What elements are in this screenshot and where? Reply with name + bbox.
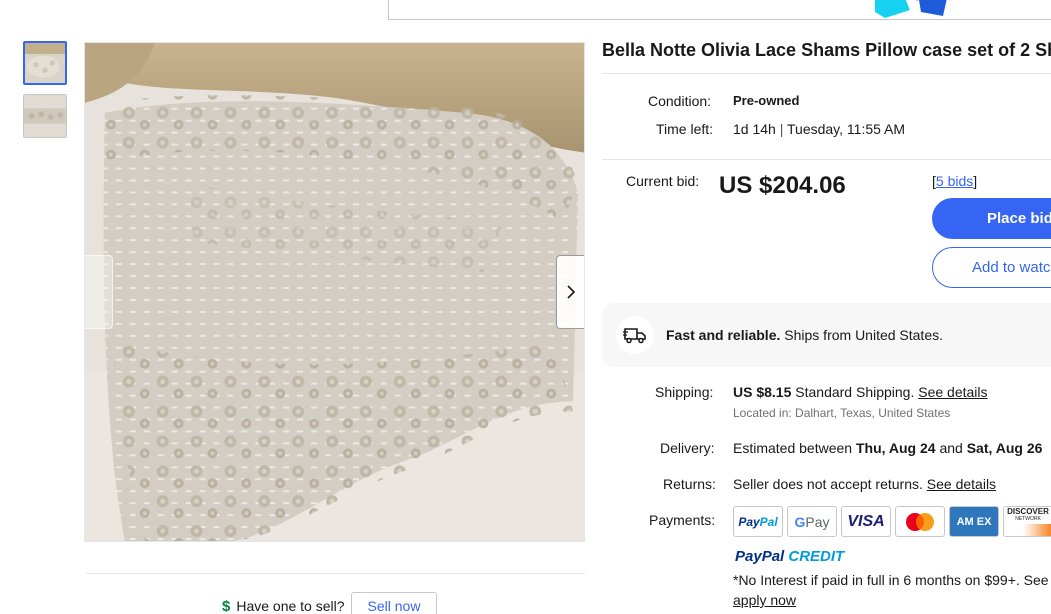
image-section-divider — [86, 573, 585, 574]
delivery-middle: and — [935, 440, 967, 456]
paypal-icon: Pay Pal — [733, 506, 783, 537]
payment-methods: Pay Pal G Pay VISA AM EX DISCOVER NETWORK — [733, 506, 1051, 537]
condition-label: Condition: — [648, 93, 712, 109]
located-in: Located in: Dalhart, Texas, United State… — [733, 406, 951, 420]
bid-count: [5 bids] — [932, 173, 977, 189]
delivery-label: Delivery: — [660, 440, 715, 456]
discover-stripe — [1004, 524, 1051, 536]
bids-bracket-close: ] — [973, 173, 978, 189]
thumbnail-1[interactable] — [23, 41, 67, 85]
current-bid-price: US $204.06 — [719, 172, 846, 199]
dollar-icon: $ — [222, 597, 231, 614]
delivery-end: Sat, Aug 26 — [966, 440, 1043, 456]
current-bid-label: Current bid: — [626, 173, 700, 189]
paypal-credit-pay: PayPal — [735, 548, 785, 565]
have-one-to-sell-text: Have one to sell? — [236, 598, 345, 614]
delivery-value: Estimated between Thu, Aug 24 and Sat, A… — [733, 440, 1042, 456]
apply-now-link[interactable]: apply now — [733, 592, 796, 608]
top-ad-banner[interactable] — [388, 0, 1051, 20]
visa-icon: VISA — [841, 506, 891, 537]
sell-one-row: $ Have one to sell? Sell now — [222, 592, 438, 614]
gpay-pay-text: Pay — [805, 513, 830, 530]
time-left-end: Tuesday, 11:55 AM — [787, 121, 906, 137]
time-left-label: Time left: — [656, 121, 714, 137]
banner-graphic — [875, 0, 947, 18]
shipping-label: Shipping: — [655, 384, 714, 400]
next-image-button[interactable] — [556, 255, 584, 329]
fast-reliable-text: Fast and reliable. Ships from United Sta… — [666, 327, 943, 343]
amex-icon: AM EX — [949, 506, 999, 537]
condition-value: Pre-owned — [733, 93, 800, 108]
google-pay-icon: G Pay — [787, 506, 837, 537]
chevron-right-icon — [566, 285, 575, 299]
fast-reliable-banner: Fast and reliable. Ships from United Sta… — [602, 303, 1051, 367]
delivery-start: Thu, Aug 24 — [855, 440, 936, 456]
truck-icon-wrap — [616, 316, 654, 354]
previous-image-button[interactable] — [85, 255, 113, 329]
discover-icon: DISCOVER NETWORK — [1003, 506, 1051, 537]
shipping-value: US $8.15 Standard Shipping. See details — [733, 384, 988, 400]
thumbnail-1-image — [25, 43, 65, 83]
returns-see-details-link[interactable]: See details — [927, 476, 996, 492]
ships-from-text: Ships from United States. — [780, 327, 944, 343]
delivery-prefix: Estimated between — [733, 440, 856, 456]
truck-icon — [623, 328, 646, 344]
discover-text: DISCOVER — [1007, 507, 1049, 516]
gpay-g-text: G — [794, 513, 806, 530]
mastercard-circles — [906, 512, 934, 531]
lace-sham-photo — [85, 43, 584, 541]
place-bid-button[interactable]: Place bid — [932, 198, 1051, 239]
thumbnail-2-image — [24, 95, 66, 137]
shipping-method: Standard Shipping. — [791, 384, 919, 400]
time-left-separator: | — [779, 121, 784, 137]
price-divider — [602, 159, 1051, 160]
shipping-see-details-link[interactable]: See details — [918, 384, 987, 400]
bids-link[interactable]: 5 bids — [936, 173, 973, 189]
paypal-pay-text: Pay — [738, 514, 760, 529]
item-title: Bella Notte Olivia Lace Shams Pillow cas… — [602, 40, 1051, 60]
mastercard-icon — [895, 506, 945, 537]
returns-value: Seller does not accept returns. See deta… — [733, 476, 996, 492]
discover-sub-text: NETWORK — [1015, 516, 1041, 522]
title-divider — [602, 73, 1051, 74]
paypal-pal-text: Pal — [759, 514, 778, 529]
add-to-watchlist-button[interactable]: Add to watchlist — [932, 247, 1051, 288]
thumbnail-2[interactable] — [23, 94, 67, 138]
returns-text: Seller does not accept returns. — [733, 476, 927, 492]
paypal-credit-logo: PayPal CREDIT — [735, 548, 844, 565]
shipping-price: US $8.15 — [733, 384, 792, 400]
time-left-value: 1d 14h | Tuesday, 11:55 AM — [733, 121, 905, 137]
returns-label: Returns: — [663, 476, 716, 492]
fast-reliable-bold: Fast and reliable. — [666, 327, 781, 343]
payments-label: Payments: — [649, 512, 716, 528]
no-interest-text: *No Interest if paid in full in 6 months… — [733, 572, 1051, 588]
time-left-duration: 1d 14h — [733, 121, 776, 137]
paypal-credit-credit: CREDIT — [784, 548, 845, 565]
main-product-image[interactable] — [84, 42, 585, 542]
sell-now-button[interactable]: Sell now — [350, 592, 438, 614]
